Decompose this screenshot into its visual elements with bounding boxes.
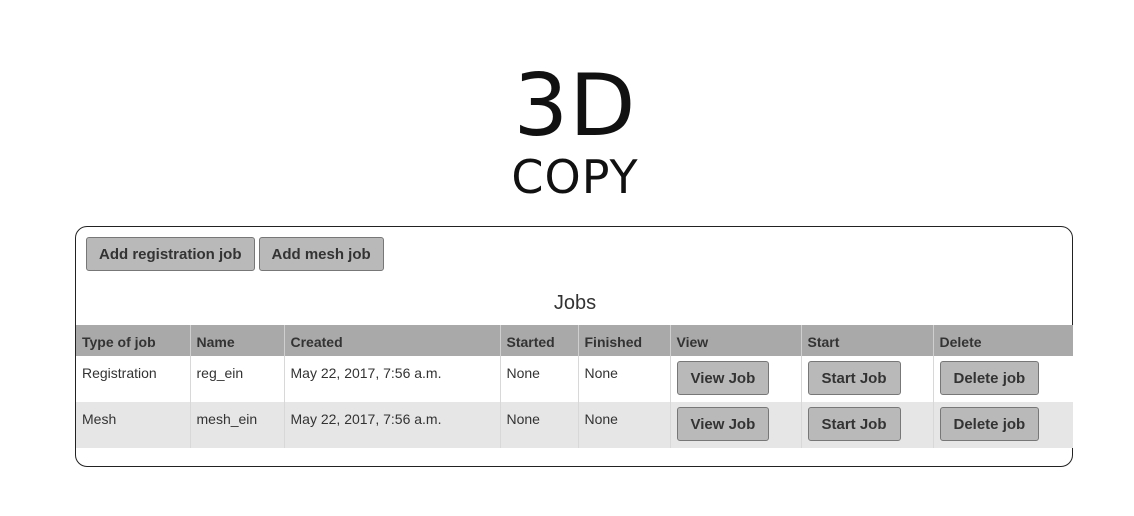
cell-start: Start Job: [800, 356, 933, 402]
cell-name: reg_ein: [189, 356, 284, 402]
column-header-name: Name: [189, 325, 284, 356]
toolbar: Add registration job Add mesh job: [86, 237, 384, 271]
cell-finished: None: [577, 402, 670, 448]
cell-started: None: [499, 402, 578, 448]
add-registration-job-button[interactable]: Add registration job: [86, 237, 255, 271]
cell-name: mesh_ein: [189, 402, 284, 448]
column-header-delete: Delete: [932, 325, 1073, 356]
column-header-view: View: [669, 325, 801, 356]
jobs-table: Type of job Name Created Started Finishe…: [76, 325, 1073, 448]
cell-created: May 22, 2017, 7:56 a.m.: [283, 402, 500, 448]
column-header-start: Start: [800, 325, 933, 356]
jobs-heading: Jobs: [553, 292, 597, 314]
column-header-type: Type of job: [76, 325, 190, 356]
column-header-created: Created: [283, 325, 500, 356]
column-header-finished: Finished: [577, 325, 670, 356]
logo-copy-text: COPY: [511, 150, 639, 204]
start-job-button[interactable]: Start Job: [807, 407, 901, 441]
cell-delete: Delete job: [932, 402, 1073, 448]
cell-delete: Delete job: [932, 356, 1073, 402]
cell-view: View Job: [669, 402, 801, 448]
table-row: Registration reg_ein May 22, 2017, 7:56 …: [76, 356, 1073, 402]
delete-job-button[interactable]: Delete job: [939, 407, 1040, 441]
delete-job-button[interactable]: Delete job: [939, 361, 1040, 395]
cell-view: View Job: [669, 356, 801, 402]
cell-type: Registration: [76, 356, 190, 402]
add-mesh-job-button[interactable]: Add mesh job: [258, 237, 384, 271]
logo-3d-text: 3D: [513, 56, 637, 156]
table-header-row: Type of job Name Created Started Finishe…: [76, 325, 1073, 356]
jobs-panel: Add registration job Add mesh job Jobs T…: [75, 226, 1073, 467]
table-row: Mesh mesh_ein May 22, 2017, 7:56 a.m. No…: [76, 402, 1073, 448]
cell-started: None: [499, 356, 578, 402]
column-header-started: Started: [499, 325, 578, 356]
view-job-button[interactable]: View Job: [676, 361, 770, 395]
cell-type: Mesh: [76, 402, 190, 448]
start-job-button[interactable]: Start Job: [807, 361, 901, 395]
view-job-button[interactable]: View Job: [676, 407, 770, 441]
cell-finished: None: [577, 356, 670, 402]
cell-start: Start Job: [800, 402, 933, 448]
app-logo: 3D COPY: [0, 60, 1134, 202]
cell-created: May 22, 2017, 7:56 a.m.: [283, 356, 500, 402]
